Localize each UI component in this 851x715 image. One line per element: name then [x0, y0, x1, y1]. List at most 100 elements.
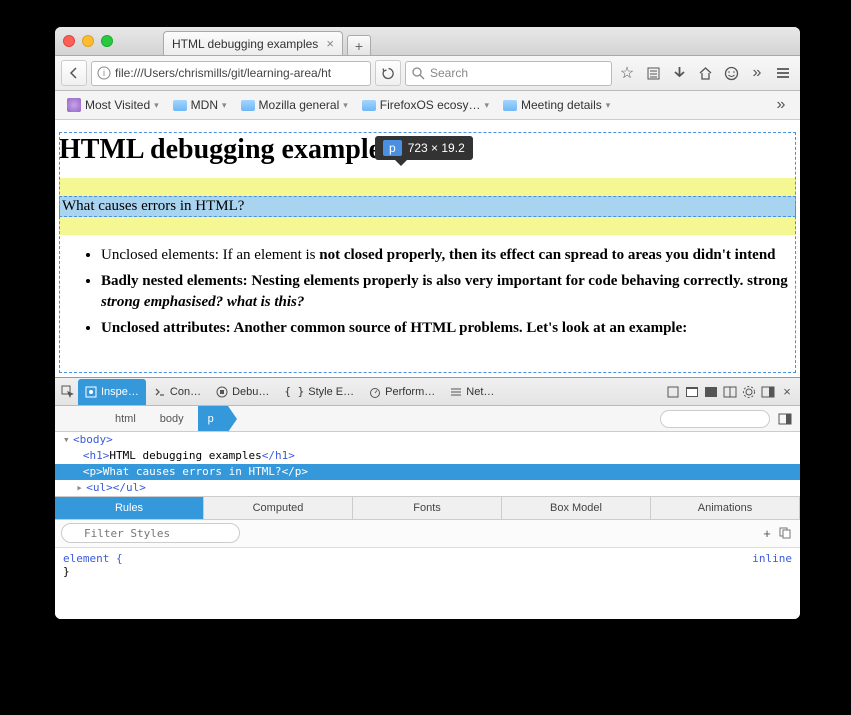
menu-icon — [775, 65, 791, 81]
reload-button[interactable] — [375, 60, 401, 86]
picker-icon — [61, 385, 75, 399]
star-button[interactable]: ☆ — [616, 62, 638, 84]
devtools-tab-performance[interactable]: Perform… — [362, 379, 442, 405]
reader-icon — [646, 66, 661, 81]
bookmark-mdn[interactable]: MDN ▾ — [169, 96, 231, 114]
pane-icon — [778, 412, 792, 426]
bookmark-mozilla-general[interactable]: Mozilla general ▾ — [237, 96, 352, 114]
url-bar[interactable]: i file:///Users/chrismills/git/learning-… — [91, 61, 371, 86]
downloads-button[interactable] — [668, 62, 690, 84]
chevron-down-icon: ▾ — [154, 100, 159, 111]
reload-icon — [382, 67, 395, 80]
console-icon — [154, 386, 166, 398]
devtools-settings-button[interactable] — [740, 383, 758, 401]
dom-node-body[interactable]: ▾<body> — [55, 432, 800, 448]
paintbrush-button[interactable] — [702, 383, 720, 401]
rule-block[interactable]: element { } — [63, 552, 123, 616]
hamburger-menu-button[interactable] — [772, 62, 794, 84]
split-console-button[interactable] — [721, 383, 739, 401]
responsive-mode-button[interactable] — [664, 383, 682, 401]
debugger-icon — [216, 386, 228, 398]
gear-icon — [742, 385, 756, 399]
titlebar: HTML debugging examples × + — [55, 27, 800, 56]
browser-window: HTML debugging examples × + i file:///Us… — [55, 27, 800, 619]
devtools-tab-style-editor[interactable]: { } Style E… — [277, 379, 361, 405]
chevron-down-icon: ▾ — [343, 100, 348, 111]
reader-button[interactable] — [642, 62, 664, 84]
element-size-tooltip: p 723 × 19.2 — [375, 136, 473, 160]
maximize-window-button[interactable] — [101, 35, 113, 47]
page-content: HTML debugging examples p 723 × 19.2 Wha… — [55, 120, 800, 377]
subtab-computed[interactable]: Computed — [204, 497, 353, 519]
browser-tab-active[interactable]: HTML debugging examples × — [163, 31, 343, 55]
subtab-box-model[interactable]: Box Model — [502, 497, 651, 519]
new-tab-button[interactable]: + — [347, 35, 371, 55]
close-tab-icon[interactable]: × — [326, 36, 334, 51]
subtab-animations[interactable]: Animations — [651, 497, 800, 519]
smiley-icon — [724, 66, 739, 81]
bookmarks-bar: Most Visited ▾ MDN ▾ Mozilla general ▾ F… — [55, 91, 800, 120]
braces-icon: { } — [284, 385, 304, 398]
folder-icon — [362, 100, 376, 111]
tab-title: HTML debugging examples — [172, 37, 318, 51]
bookmark-firefoxos[interactable]: FirefoxOS ecosy… ▾ — [358, 96, 493, 114]
overflow-button[interactable]: » — [746, 62, 768, 84]
pick-element-button[interactable] — [59, 383, 77, 401]
bookmark-label: MDN — [191, 98, 218, 112]
chevron-down-icon: ▾ — [606, 100, 611, 111]
copy-styles-button[interactable] — [776, 524, 794, 542]
chevron-down-icon: ▾ — [222, 100, 227, 111]
bookmarks-overflow-button[interactable]: » — [770, 94, 792, 116]
filter-styles-input[interactable] — [61, 523, 240, 543]
margin-highlight-bottom — [59, 217, 796, 235]
devtools-tab-console[interactable]: Con… — [147, 379, 208, 405]
svg-text:i: i — [103, 68, 105, 78]
devtools-tab-inspector[interactable]: Inspe… — [78, 379, 146, 405]
devtools-tabs: Inspe… Con… Debu… { } Style E… Perform… … — [55, 378, 800, 406]
home-button[interactable] — [694, 62, 716, 84]
search-icon — [412, 67, 425, 80]
chevron-down-icon: ▾ — [484, 100, 489, 111]
network-icon — [450, 386, 462, 398]
info-icon: i — [97, 66, 111, 80]
close-window-button[interactable] — [63, 35, 75, 47]
traffic-lights — [63, 35, 113, 47]
breadcrumb-html[interactable]: html — [105, 406, 150, 431]
brush-icon — [704, 385, 718, 399]
dock-icon — [761, 385, 775, 399]
tooltip-tag: p — [383, 140, 402, 156]
dom-node-h1[interactable]: <h1>HTML debugging examples</h1> — [55, 448, 800, 464]
scratchpad-button[interactable] — [683, 383, 701, 401]
dock-side-button[interactable] — [759, 383, 777, 401]
minimize-window-button[interactable] — [82, 35, 94, 47]
search-placeholder: Search — [430, 66, 468, 80]
devtools-tab-network[interactable]: Net… — [443, 379, 501, 405]
split-icon — [723, 385, 737, 399]
subtab-rules[interactable]: Rules — [55, 497, 204, 519]
breadcrumb-search[interactable] — [660, 410, 770, 428]
back-button[interactable] — [61, 60, 87, 86]
globe-icon — [67, 98, 81, 112]
devtools-tab-debugger[interactable]: Debu… — [209, 379, 276, 405]
back-arrow-icon — [67, 66, 81, 80]
tooltip-dimensions: 723 × 19.2 — [408, 141, 465, 155]
bookmark-meeting-details[interactable]: Meeting details ▾ — [499, 96, 614, 114]
home-icon — [698, 66, 713, 81]
bookmark-label: FirefoxOS ecosy… — [380, 98, 481, 112]
bookmark-most-visited[interactable]: Most Visited ▾ — [63, 96, 163, 114]
devtools-close-button[interactable]: × — [778, 383, 796, 401]
add-rule-button[interactable]: + — [758, 524, 776, 542]
smiley-button[interactable] — [720, 62, 742, 84]
pane-toggle-button[interactable] — [776, 410, 794, 428]
subtab-fonts[interactable]: Fonts — [353, 497, 502, 519]
dom-node-p-selected[interactable]: <p>What causes errors in HTML?</p> — [55, 464, 800, 480]
folder-icon — [241, 100, 255, 111]
rule-source[interactable]: inline — [752, 552, 792, 616]
filter-row: + — [55, 520, 800, 548]
bookmark-label: Most Visited — [85, 98, 150, 112]
margin-highlight-top — [59, 178, 796, 196]
dom-node-ul[interactable]: ▸<ul></ul> — [55, 480, 800, 496]
search-bar[interactable]: Search — [405, 61, 612, 86]
copy-icon — [778, 526, 792, 540]
dom-tree[interactable]: ▾<body> <h1>HTML debugging examples</h1>… — [55, 432, 800, 496]
